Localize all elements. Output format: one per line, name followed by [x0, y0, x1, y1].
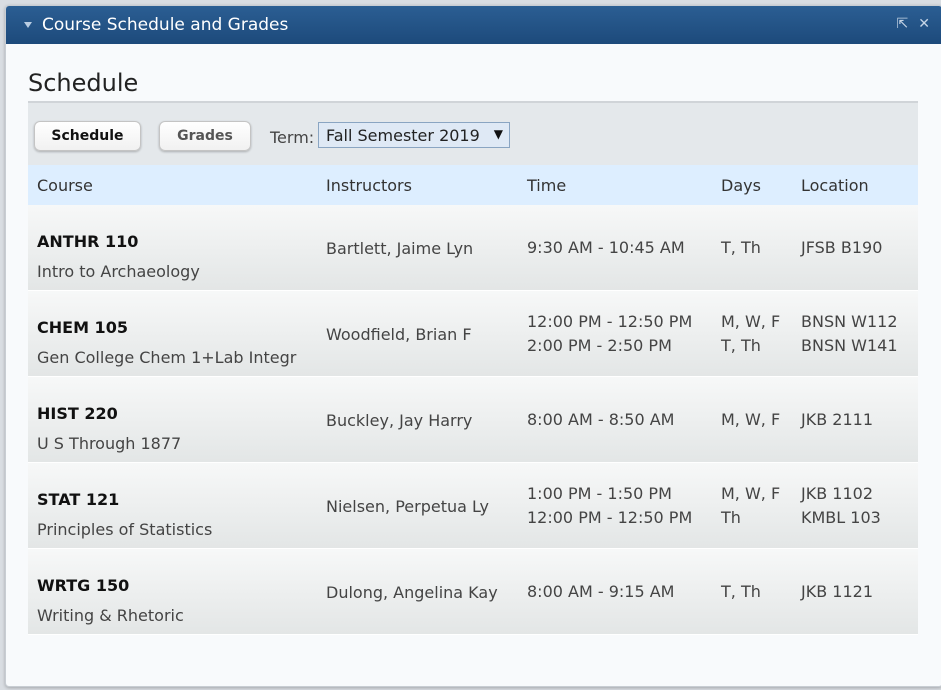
- days: T, Th: [721, 238, 761, 257]
- panel-title: Course Schedule and Grades: [42, 15, 289, 35]
- schedule-rows: ANTHR 110 Intro to Archaeology Bartlett,…: [28, 205, 918, 635]
- course-name: U S Through 1877: [37, 434, 182, 453]
- time: 8:00 AM - 8:50 AM: [527, 410, 675, 429]
- location: BNSN W112: [801, 312, 898, 331]
- location: JKB 2111: [801, 410, 873, 429]
- time: 2:00 PM - 2:50 PM: [527, 336, 672, 355]
- table-header: Course Instructors Time Days Location: [28, 165, 918, 205]
- expand-icon[interactable]: ⇱: [897, 16, 909, 32]
- table-row: ANTHR 110 Intro to Archaeology Bartlett,…: [28, 205, 918, 291]
- collapse-triangle-icon[interactable]: [24, 22, 32, 28]
- course-name: Gen College Chem 1+Lab Integr: [37, 348, 297, 367]
- course-name: Intro to Archaeology: [37, 262, 200, 281]
- time: 9:30 AM - 10:45 AM: [527, 238, 685, 257]
- term-label: Term:: [270, 128, 315, 147]
- days: M, W, F: [721, 484, 781, 503]
- time: 12:00 PM - 12:50 PM: [527, 312, 693, 331]
- location: JKB 1121: [801, 582, 873, 601]
- time: 1:00 PM - 1:50 PM: [527, 484, 672, 503]
- instructor: Bartlett, Jaime Lyn: [326, 239, 474, 258]
- term-select[interactable]: Fall Semester 2019 ▼: [318, 122, 510, 148]
- course-code: STAT 121: [37, 490, 120, 509]
- course-schedule-panel: Course Schedule and Grades ⇱ ✕ Schedule …: [5, 5, 941, 687]
- location: JKB 1102: [801, 484, 873, 503]
- course-name: Principles of Statistics: [37, 520, 213, 539]
- table-row: CHEM 105 Gen College Chem 1+Lab Integr W…: [28, 291, 918, 377]
- header-instructors: Instructors: [326, 175, 412, 195]
- table-row: HIST 220 U S Through 1877 Buckley, Jay H…: [28, 377, 918, 463]
- header-days: Days: [721, 175, 761, 195]
- dropdown-arrow-icon: ▼: [493, 127, 503, 141]
- days: M, W, F: [721, 410, 781, 429]
- days: Th: [721, 508, 741, 527]
- course-code: CHEM 105: [37, 318, 128, 337]
- table-row: WRTG 150 Writing & Rhetoric Dulong, Ange…: [28, 549, 918, 635]
- time: 8:00 AM - 9:15 AM: [527, 582, 675, 601]
- header-course: Course: [37, 175, 93, 195]
- location: KMBL 103: [801, 508, 881, 527]
- time: 12:00 PM - 12:50 PM: [527, 508, 693, 527]
- section-title: Schedule: [28, 69, 139, 97]
- close-icon[interactable]: ✕: [918, 16, 930, 32]
- course-code: ANTHR 110: [37, 232, 139, 251]
- header-location: Location: [801, 175, 869, 195]
- panel-tools: ⇱ ✕: [897, 16, 930, 32]
- days: T, Th: [721, 582, 761, 601]
- term-select-value: Fall Semester 2019: [326, 125, 480, 145]
- location: JFSB B190: [801, 238, 883, 257]
- grades-button[interactable]: Grades: [159, 121, 251, 151]
- panel-header: Course Schedule and Grades ⇱ ✕: [6, 6, 941, 44]
- location: BNSN W141: [801, 336, 898, 355]
- days: M, W, F: [721, 312, 781, 331]
- instructor: Nielsen, Perpetua Ly: [326, 497, 489, 516]
- instructor: Woodfield, Brian F: [326, 325, 472, 344]
- course-name: Writing & Rhetoric: [37, 606, 184, 625]
- course-code: HIST 220: [37, 404, 118, 423]
- header-time: Time: [527, 175, 567, 195]
- instructor: Buckley, Jay Harry: [326, 411, 473, 430]
- days: T, Th: [721, 336, 761, 355]
- course-code: WRTG 150: [37, 576, 130, 595]
- table-row: STAT 121 Principles of Statistics Nielse…: [28, 463, 918, 549]
- toolbar: Schedule Grades Term: Fall Semester 2019…: [28, 101, 918, 167]
- schedule-button[interactable]: Schedule: [34, 121, 141, 151]
- instructor: Dulong, Angelina Kay: [326, 583, 498, 602]
